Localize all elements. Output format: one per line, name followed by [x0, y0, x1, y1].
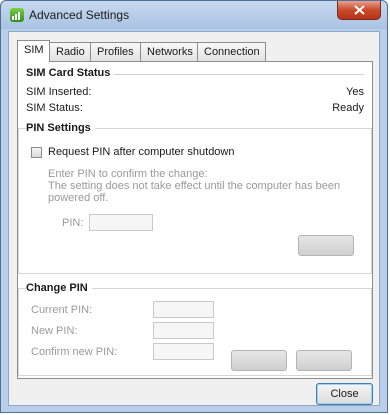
tab-networks[interactable]: Networks — [140, 42, 198, 61]
pin-input[interactable] — [89, 214, 153, 231]
close-button[interactable]: Close — [316, 383, 373, 405]
pin-info-line2: The setting does not take effect until t… — [48, 180, 341, 192]
change-pin-button-2[interactable] — [296, 350, 352, 371]
change-pin-button-1[interactable] — [231, 350, 287, 371]
sim-status-title: SIM Card Status — [26, 67, 115, 79]
sim-status-label: SIM Status: — [26, 102, 83, 114]
sim-status-value: Ready — [332, 102, 364, 114]
signal-app-icon — [10, 8, 24, 22]
window-close-button[interactable] — [337, 1, 381, 20]
request-pin-checkbox[interactable] — [31, 147, 42, 158]
advanced-settings-window: Advanced Settings SIM Radio Profiles Net… — [0, 0, 388, 413]
change-pin-title: Change PIN — [26, 282, 92, 294]
dialog-client-area: SIM Radio Profiles Networks Connection S… — [8, 31, 380, 406]
sim-inserted-value: Yes — [346, 86, 364, 98]
close-x-icon — [354, 5, 365, 15]
tab-profiles[interactable]: Profiles — [90, 42, 141, 61]
tab-connection[interactable]: Connection — [197, 42, 266, 61]
confirm-pin-label: Confirm new PIN: — [31, 346, 118, 358]
sim-tab-panel: SIM Card Status SIM Inserted: Yes SIM St… — [17, 61, 373, 379]
new-pin-label: New PIN: — [31, 325, 78, 337]
pin-info-line3: powered off. — [48, 192, 109, 204]
pin-apply-button[interactable] — [298, 235, 354, 256]
request-pin-label[interactable]: Request PIN after computer shutdown — [48, 146, 234, 158]
pin-label: PIN: — [62, 217, 84, 229]
current-pin-input[interactable] — [153, 301, 214, 318]
current-pin-label: Current PIN: — [31, 304, 93, 316]
tab-sim[interactable]: SIM — [17, 40, 50, 62]
pin-settings-title: PIN Settings — [26, 122, 95, 134]
title-bar[interactable]: Advanced Settings — [1, 1, 387, 29]
pin-info-line1: Enter PIN to confirm the change: — [48, 168, 208, 180]
window-title: Advanced Settings — [29, 8, 130, 22]
tab-radio[interactable]: Radio — [49, 42, 91, 61]
new-pin-input[interactable] — [153, 322, 214, 339]
sim-inserted-label: SIM Inserted: — [26, 86, 92, 98]
confirm-pin-input[interactable] — [153, 343, 214, 360]
